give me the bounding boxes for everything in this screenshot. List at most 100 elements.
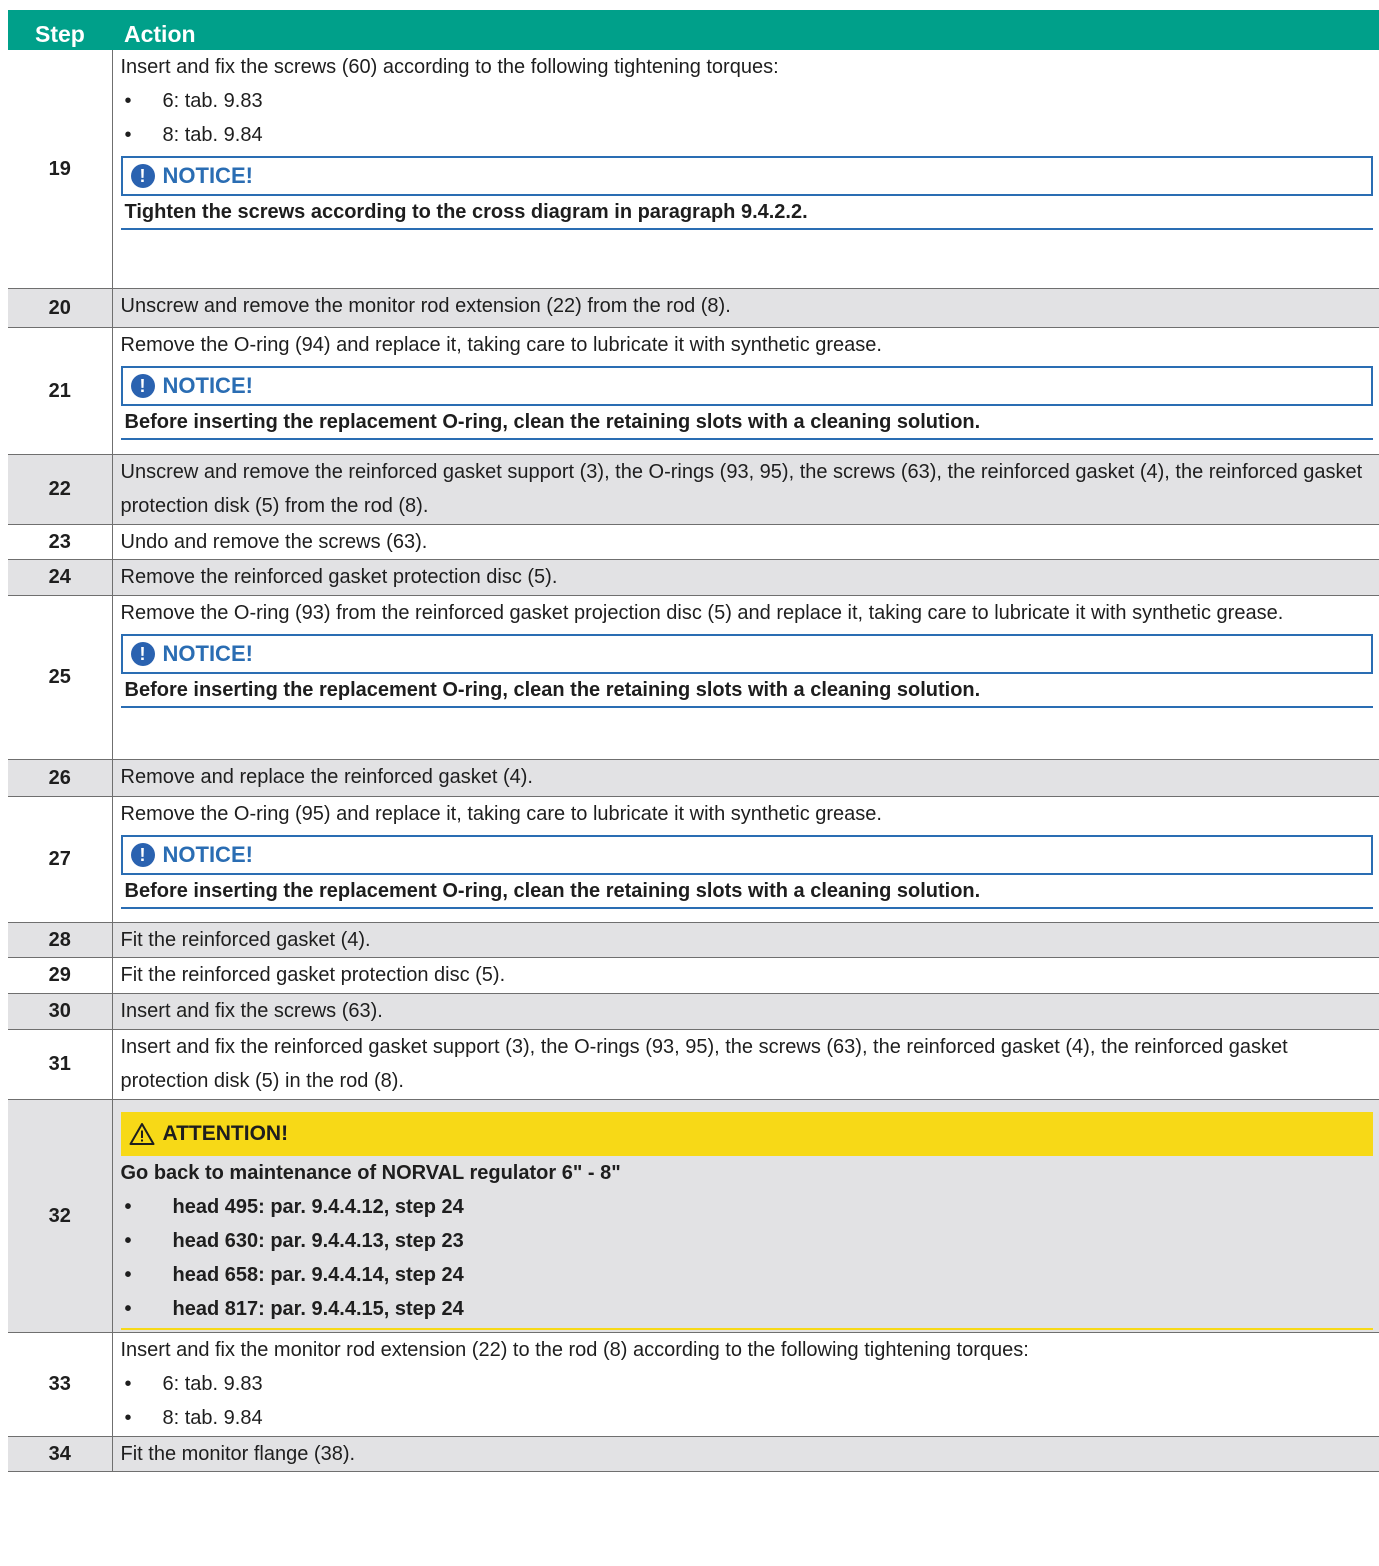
table-row: 31 Insert and fix the reinforced gasket … bbox=[8, 1029, 1379, 1100]
step-action: Remove the reinforced gasket protection … bbox=[112, 559, 1379, 596]
step-action: ATTENTION! Go back to maintenance of NOR… bbox=[112, 1099, 1379, 1333]
step-action: Insert and fix the monitor rod extension… bbox=[112, 1332, 1379, 1437]
step-number: 21 bbox=[8, 327, 113, 455]
exclamation-circle-icon: ! bbox=[130, 842, 155, 867]
step-number: 28 bbox=[8, 922, 113, 958]
step-number: 25 bbox=[8, 595, 113, 760]
step-action: Remove the O-ring (93) from the reinforc… bbox=[112, 595, 1379, 760]
exclamation-circle-icon: ! bbox=[130, 641, 155, 666]
bullet-item: • head 630: par. 9.4.4.13, step 23 bbox=[121, 1224, 1374, 1258]
step-action: Unscrew and remove the monitor rod exten… bbox=[112, 288, 1379, 328]
table-row: 26 Remove and replace the reinforced gas… bbox=[8, 759, 1379, 797]
step-number: 22 bbox=[8, 454, 113, 525]
step-number: 19 bbox=[8, 50, 113, 289]
bullet-item: • 6: tab. 9.83 bbox=[121, 1367, 1374, 1401]
step-number: 29 bbox=[8, 957, 113, 994]
notice-box: ! NOTICE! bbox=[120, 365, 1373, 406]
bullet-text: head 630: par. 9.4.4.13, step 23 bbox=[172, 1229, 464, 1252]
bullet-text: head 817: par. 9.4.4.15, step 24 bbox=[172, 1297, 464, 1320]
step-action: Insert and fix the screws (63). bbox=[112, 993, 1379, 1030]
table-row: 27 Remove the O-ring (95) and replace it… bbox=[8, 796, 1379, 923]
step-number: 23 bbox=[8, 524, 113, 560]
step-text: Remove the O-ring (93) from the reinforc… bbox=[120, 601, 1284, 624]
table-row: 19 Insert and fix the screws (60) accord… bbox=[8, 50, 1379, 289]
step-text: Remove the O-ring (94) and replace it, t… bbox=[120, 333, 882, 356]
step-action: Remove the O-ring (95) and replace it, t… bbox=[112, 796, 1379, 923]
bullet-text: 8: tab. 9.84 bbox=[162, 1406, 263, 1429]
header-action: Action bbox=[112, 10, 1379, 50]
step-text: Fit the monitor flange (38). bbox=[120, 1442, 356, 1465]
bullet-text: 6: tab. 9.83 bbox=[162, 1372, 263, 1395]
step-action: Fit the monitor flange (38). bbox=[112, 1436, 1379, 1472]
document-page: Step Action 19 Insert and fix the screws… bbox=[0, 0, 1379, 1566]
bullet-text: 8: tab. 9.84 bbox=[162, 124, 263, 146]
notice-box: ! NOTICE! bbox=[120, 156, 1373, 196]
warning-triangle-icon bbox=[129, 1122, 154, 1145]
exclamation-circle-icon: ! bbox=[130, 373, 155, 398]
table-row: 21 Remove the O-ring (94) and replace it… bbox=[8, 327, 1379, 455]
notice-title: NOTICE! bbox=[162, 841, 253, 867]
table-row: 20 Unscrew and remove the monitor rod ex… bbox=[8, 288, 1379, 328]
bullet-item: • 6: tab. 9.83 bbox=[121, 84, 1374, 118]
notice-title: NOTICE! bbox=[162, 163, 253, 188]
step-text: Insert and fix the screws (60) according… bbox=[120, 56, 779, 78]
bullet-item: • head 658: par. 9.4.4.14, step 24 bbox=[121, 1258, 1374, 1292]
step-text: Insert and fix the screws (63). bbox=[120, 999, 383, 1022]
step-text: Insert and fix the reinforced gasket sup… bbox=[120, 1035, 1288, 1092]
notice-text: Before inserting the replacement O-ring,… bbox=[120, 674, 1373, 708]
table-row: 23 Undo and remove the screws (63). bbox=[8, 524, 1379, 560]
step-text: Unscrew and remove the reinforced gasket… bbox=[120, 460, 1363, 517]
attention-text: Go back to maintenance of NORVAL regulat… bbox=[120, 1161, 621, 1184]
table-row: 22 Unscrew and remove the reinforced gas… bbox=[8, 454, 1379, 525]
table-row: 30 Insert and fix the screws (63). bbox=[8, 993, 1379, 1030]
step-action: Insert and fix the reinforced gasket sup… bbox=[112, 1029, 1379, 1100]
step-text: Fit the reinforced gasket (4). bbox=[120, 928, 371, 951]
table-row: 34 Fit the monitor flange (38). bbox=[8, 1436, 1379, 1472]
bullet-item: • 8: tab. 9.84 bbox=[121, 1401, 1374, 1435]
step-action: Fit the reinforced gasket (4). bbox=[112, 922, 1379, 958]
step-number: 30 bbox=[8, 993, 113, 1030]
step-number: 32 bbox=[8, 1099, 113, 1333]
step-text: Fit the reinforced gasket protection dis… bbox=[120, 963, 506, 986]
table-header: Step Action bbox=[8, 10, 1379, 50]
notice-title: NOTICE! bbox=[162, 640, 253, 666]
steps-table: Step Action 19 Insert and fix the screws… bbox=[8, 10, 1379, 1472]
notice-box: ! NOTICE! bbox=[120, 633, 1373, 674]
step-text: Unscrew and remove the monitor rod exten… bbox=[120, 294, 731, 317]
notice-box: ! NOTICE! bbox=[120, 834, 1373, 875]
table-row: 24 Remove the reinforced gasket protecti… bbox=[8, 559, 1379, 596]
bullet-text: 6: tab. 9.83 bbox=[162, 90, 263, 112]
step-action: Remove and replace the reinforced gasket… bbox=[112, 759, 1379, 797]
step-number: 27 bbox=[8, 796, 113, 923]
step-number: 24 bbox=[8, 559, 113, 596]
step-number: 33 bbox=[8, 1332, 113, 1437]
step-number: 34 bbox=[8, 1436, 113, 1472]
step-action: Insert and fix the screws (60) according… bbox=[112, 50, 1379, 289]
attention-title: ATTENTION! bbox=[162, 1121, 289, 1145]
step-action: Undo and remove the screws (63). bbox=[112, 524, 1379, 560]
bullet-text: head 658: par. 9.4.4.14, step 24 bbox=[172, 1263, 464, 1286]
step-number: 31 bbox=[8, 1029, 113, 1100]
step-text: Undo and remove the screws (63). bbox=[120, 530, 428, 553]
attention-box: ATTENTION! bbox=[120, 1111, 1373, 1156]
table-row: 33 Insert and fix the monitor rod extens… bbox=[8, 1332, 1379, 1437]
bullet-item: • 8: tab. 9.84 bbox=[121, 118, 1374, 152]
step-text: Remove the O-ring (95) and replace it, t… bbox=[120, 802, 882, 825]
notice-text: Tighten the screws according to the cros… bbox=[120, 196, 1373, 230]
step-number: 20 bbox=[8, 288, 113, 328]
attention-body: Go back to maintenance of NORVAL regulat… bbox=[120, 1156, 1374, 1330]
exclamation-circle-icon: ! bbox=[130, 164, 155, 188]
table-row: 29 Fit the reinforced gasket protection … bbox=[8, 957, 1379, 994]
bullet-item: • head 495: par. 9.4.4.12, step 24 bbox=[121, 1190, 1374, 1224]
notice-text: Before inserting the replacement O-ring,… bbox=[120, 875, 1373, 909]
table-row: 28 Fit the reinforced gasket (4). bbox=[8, 922, 1379, 958]
step-text: Remove and replace the reinforced gasket… bbox=[120, 765, 533, 788]
table-row: 25 Remove the O-ring (93) from the reinf… bbox=[8, 595, 1379, 760]
header-step: Step bbox=[8, 10, 112, 50]
notice-title: NOTICE! bbox=[162, 372, 253, 398]
table-row: 32 ATTENTION! Go back to maintenance of … bbox=[8, 1099, 1379, 1333]
bullet-item: • head 817: par. 9.4.4.15, step 24 bbox=[121, 1292, 1374, 1326]
bullet-text: head 495: par. 9.4.4.12, step 24 bbox=[172, 1195, 464, 1218]
step-number: 26 bbox=[8, 759, 113, 797]
notice-text: Before inserting the replacement O-ring,… bbox=[120, 406, 1373, 440]
